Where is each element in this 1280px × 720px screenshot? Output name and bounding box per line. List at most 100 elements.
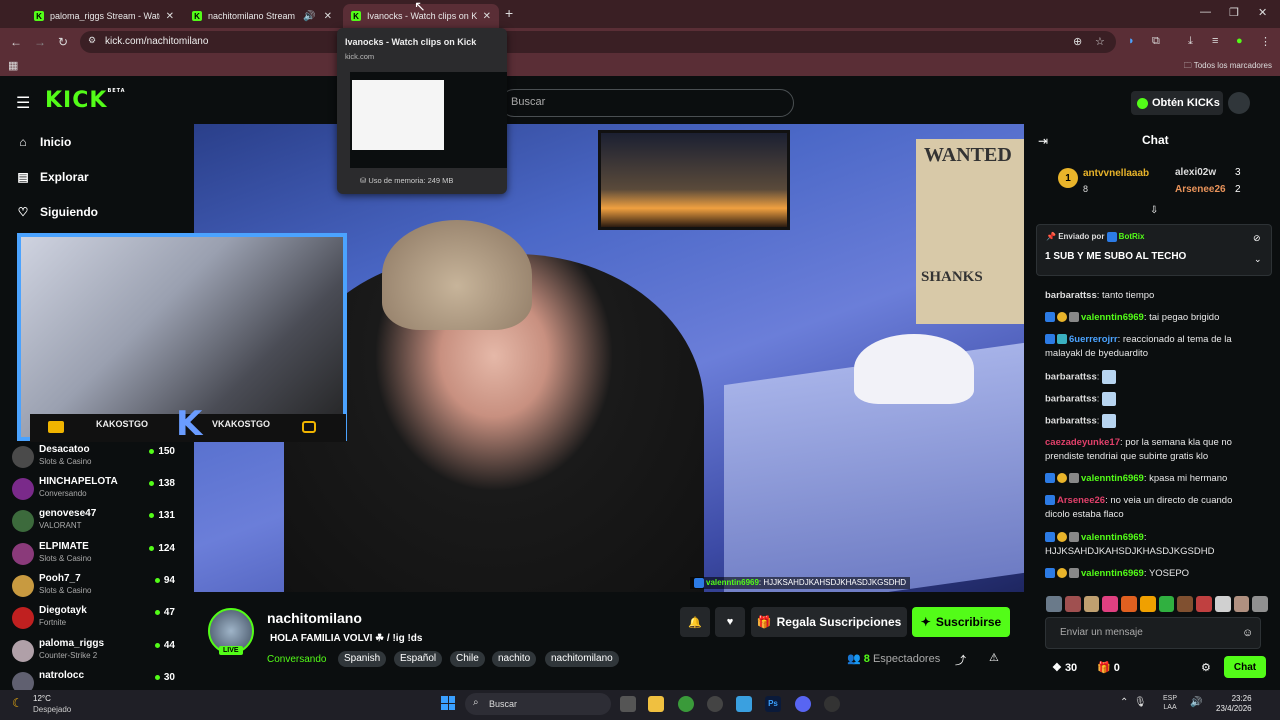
all-bookmarks-folder[interactable]: 🗀 Todos los marcadores: [1184, 60, 1272, 74]
browser-menu-icon[interactable]: ⋮: [1260, 35, 1271, 48]
browser-tab-2[interactable]: K nachitomilano Stream - Wa 🔊 ✕: [184, 4, 340, 28]
channel-item-natrolocc[interactable]: natrolocc 30: [12, 670, 178, 690]
app-icon[interactable]: [707, 696, 723, 712]
chevron-down-icon[interactable]: ⌄: [1254, 254, 1262, 265]
speaker-icon[interactable]: 🔊: [303, 11, 315, 22]
channel-points[interactable]: ❖ 30: [1052, 661, 1077, 674]
reading-list-icon[interactable]: ≡: [1212, 35, 1218, 47]
weather-desc[interactable]: Despejado: [33, 705, 71, 714]
reload-icon[interactable]: ↻: [58, 35, 68, 49]
chrome-icon[interactable]: [678, 696, 694, 712]
user-avatar[interactable]: [1228, 92, 1250, 114]
emote-icon[interactable]: [1214, 596, 1231, 612]
forward-icon[interactable]: →: [34, 35, 46, 49]
apps-grid-icon[interactable]: ▦: [8, 59, 18, 72]
leaderboard-user[interactable]: Arsenee26: [1175, 184, 1226, 195]
close-tab-icon[interactable]: ✕: [166, 11, 174, 22]
get-kicks-button[interactable]: Obtén KICKs: [1131, 91, 1223, 115]
download-icon[interactable]: ⤓: [1188, 35, 1193, 48]
follow-heart-button[interactable]: ♥: [715, 607, 745, 637]
sidebar-item-siguiendo[interactable]: ♡ Siguiendo: [16, 205, 98, 219]
notification-bell-button[interactable]: 🔔: [680, 607, 710, 637]
channel-item-paloma-riggs[interactable]: paloma_riggs Counter-Strike 2 44: [12, 638, 178, 668]
gift-count[interactable]: 🎁 0: [1097, 661, 1120, 674]
url-text[interactable]: kick.com/nachitomilano: [105, 36, 208, 47]
hide-pin-icon[interactable]: ⊘: [1253, 233, 1261, 244]
extensions-puzzle-icon[interactable]: ⧉: [1152, 35, 1160, 48]
emote-icon[interactable]: [1252, 596, 1268, 612]
emote-icon[interactable]: [1121, 596, 1137, 612]
sidebar-item-inicio[interactable]: ⌂ Inicio: [16, 135, 71, 149]
emote-icon[interactable]: [1102, 596, 1118, 612]
taskbar-search[interactable]: [465, 693, 611, 715]
tag-pill[interactable]: Español: [394, 651, 443, 667]
emoji-icon[interactable]: ☺: [1242, 627, 1253, 639]
restore-icon[interactable]: ❐: [1229, 6, 1239, 19]
send-chat-button[interactable]: Chat: [1224, 656, 1266, 678]
kick-logo[interactable]: KICKBETA: [45, 88, 126, 113]
discord-icon[interactable]: [795, 696, 811, 712]
address-bar[interactable]: [80, 31, 1116, 53]
emote-icon[interactable]: [1196, 596, 1212, 612]
back-icon[interactable]: ←: [10, 35, 22, 49]
menu-hamburger-icon[interactable]: ☰: [16, 93, 30, 113]
chat-message: valenntin6969: tai pegao brigido: [1045, 311, 1255, 325]
compass-icon: ▤: [17, 170, 29, 184]
input-language[interactable]: ESP LAA: [1163, 694, 1177, 712]
moon-weather-icon[interactable]: ☾: [12, 696, 23, 710]
emote-icon[interactable]: [1046, 596, 1062, 612]
close-window-icon[interactable]: ✕: [1258, 6, 1267, 19]
windows-start-icon[interactable]: [441, 696, 455, 710]
photoshop-icon[interactable]: Ps: [765, 696, 781, 712]
logo-text: KICK: [45, 88, 108, 113]
site-info-icon[interactable]: ⚙: [88, 35, 96, 46]
close-tab-icon[interactable]: ✕: [483, 11, 491, 22]
emote-icon[interactable]: [1177, 596, 1193, 612]
avatar: [12, 672, 34, 690]
close-tab-icon[interactable]: ✕: [324, 11, 332, 22]
subscribe-button[interactable]: ✦ Suscribirse: [912, 607, 1010, 637]
minimize-icon[interactable]: —: [1200, 6, 1211, 18]
expand-leaderboard-icon[interactable]: ⇩: [1150, 205, 1158, 216]
emote-icon[interactable]: [1158, 596, 1175, 612]
channel-name[interactable]: nachitomilano: [267, 610, 362, 626]
channel-item-diegotayk[interactable]: Diegotayk Fortnite 47: [12, 605, 178, 635]
app-icon[interactable]: [824, 696, 840, 712]
browser-tab-1[interactable]: K paloma_riggs Stream - Watch L ✕: [26, 4, 182, 28]
share-icon[interactable]: ⤴: [955, 652, 966, 668]
channel-item-hinchapelota[interactable]: HINCHAPELOTA Conversando 138: [12, 476, 178, 506]
tag-pill[interactable]: nachitomilano: [545, 651, 619, 667]
gift-subs-button[interactable]: 🎁 Regala Suscripciones: [751, 607, 907, 637]
clock[interactable]: 23:26 23/4/2026: [1216, 694, 1252, 714]
volume-icon[interactable]: 🔊: [1190, 697, 1202, 708]
channel-item-pooh7-7[interactable]: Pooh7_7 Slots & Casino 94: [12, 573, 178, 603]
tag-pill[interactable]: Spanish: [338, 651, 387, 667]
stream-category[interactable]: Conversando: [267, 654, 326, 665]
chat-settings-icon[interactable]: ⚙: [1201, 661, 1211, 674]
tag-pill[interactable]: Chile: [450, 651, 485, 667]
zoom-icon[interactable]: ⊕: [1073, 35, 1082, 48]
weather-temp[interactable]: 12°C: [33, 694, 51, 703]
task-view-icon[interactable]: [620, 696, 636, 712]
channel-item-genovese47[interactable]: genovese47 VALORANT 131: [12, 508, 178, 538]
report-icon[interactable]: ⚠: [989, 651, 999, 664]
extension-icon[interactable]: ◗: [1128, 35, 1135, 47]
app-icon[interactable]: [736, 696, 752, 712]
bookmark-star-icon[interactable]: ☆: [1095, 35, 1105, 48]
tag-pill[interactable]: nachito: [492, 651, 537, 667]
file-explorer-icon[interactable]: [648, 696, 664, 712]
leaderboard-user[interactable]: alexi02w: [1175, 167, 1216, 178]
channel-item-desacatoo[interactable]: Desacatoo Slots & Casino 150: [12, 444, 178, 474]
profile-icon[interactable]: ●: [1236, 35, 1243, 47]
emote-icon[interactable]: [1064, 596, 1081, 612]
leaderboard-user[interactable]: antvvnellaaab: [1083, 168, 1149, 179]
collapse-chat-icon[interactable]: ⇥: [1038, 134, 1048, 148]
emote-icon[interactable]: [1083, 596, 1100, 612]
new-tab-icon[interactable]: +: [505, 5, 513, 21]
chat-message: valenntin6969: HJJKSAHDJKAHSDJKHASDJKGSD…: [1045, 532, 1215, 557]
channel-item-elpimate[interactable]: ELPIMATE Slots & Casino 124: [12, 541, 178, 571]
emote-icon[interactable]: [1139, 596, 1156, 612]
emote-icon[interactable]: [1233, 596, 1250, 612]
system-tray-icons[interactable]: ⌃ 🎙: [1120, 697, 1147, 708]
sidebar-item-explorar[interactable]: ▤ Explorar: [16, 170, 88, 184]
